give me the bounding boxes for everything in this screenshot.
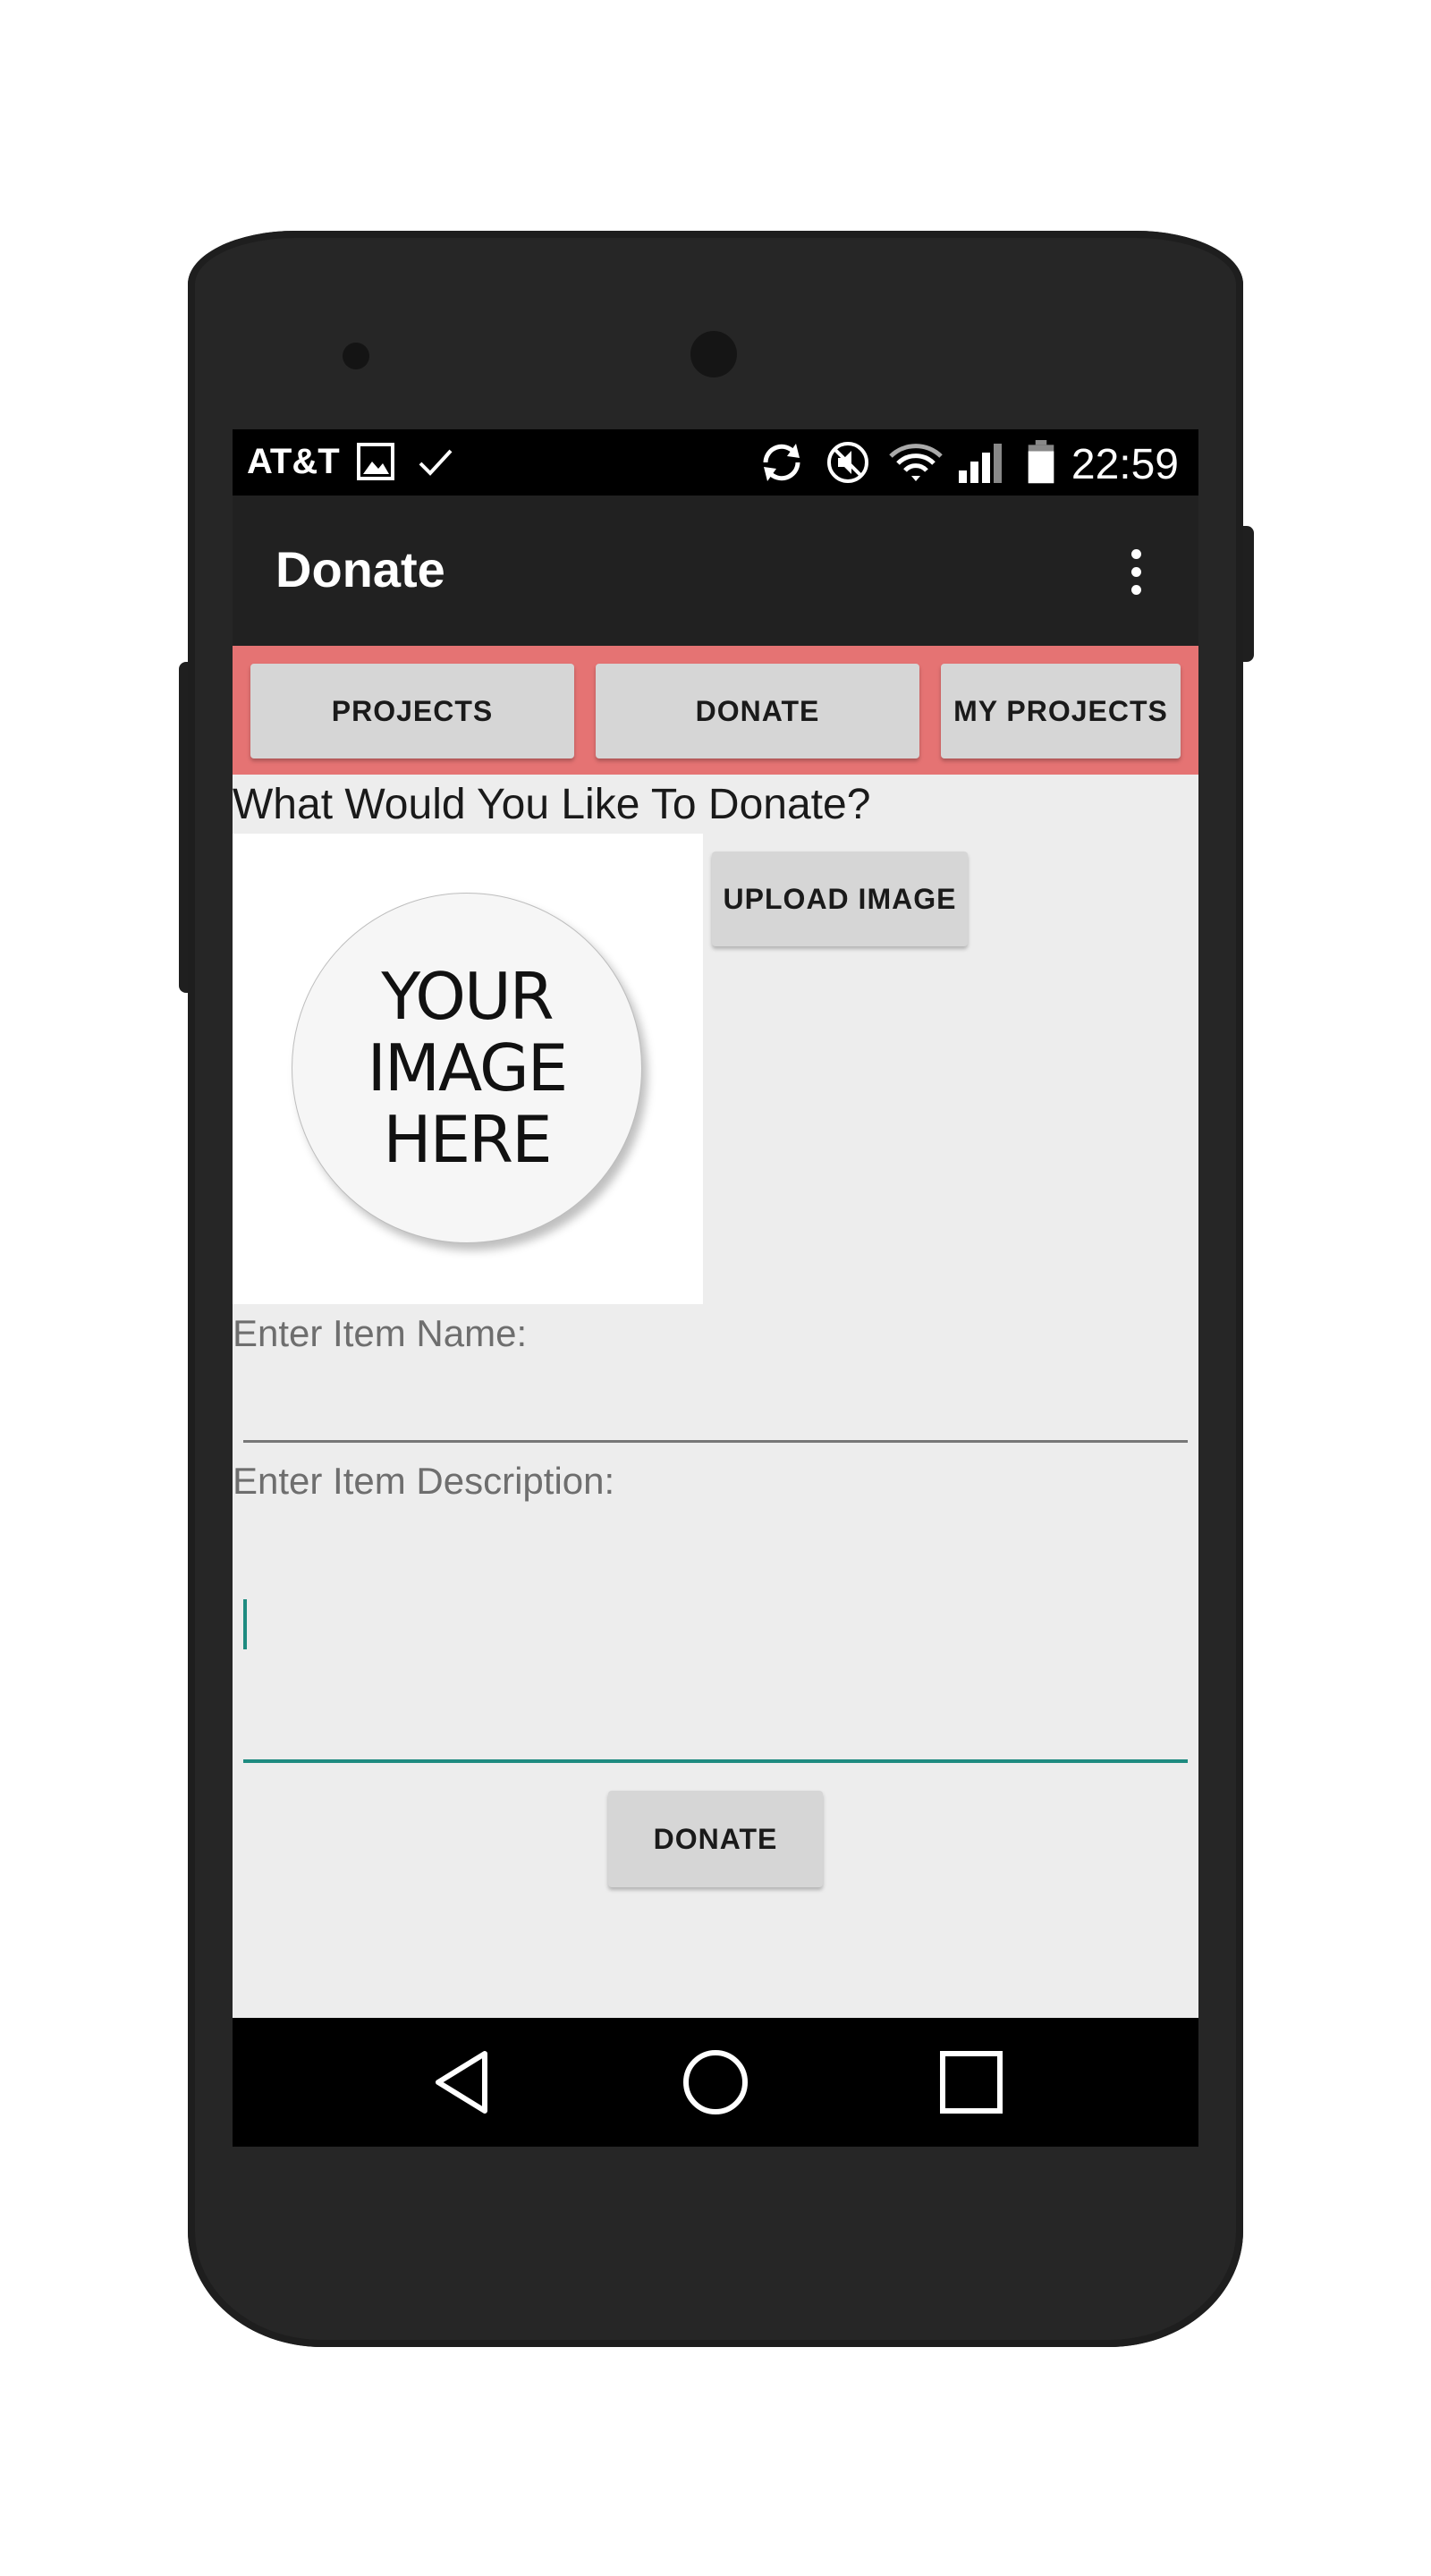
tab-strip: PROJECTS DONATE MY PROJECTS <box>233 646 1198 775</box>
sensor-dot <box>343 343 369 369</box>
tab-donate[interactable]: DONATE <box>596 664 919 758</box>
upload-image-button[interactable]: UPLOAD IMAGE <box>712 852 968 946</box>
image-placeholder: YOUR IMAGE HERE <box>292 893 642 1243</box>
status-bar: AT&T 22:59 <box>233 429 1198 496</box>
app-title: Donate <box>275 541 445 597</box>
carrier-label: AT&T <box>247 442 340 481</box>
image-notification-icon <box>357 443 394 480</box>
app-bar: Donate <box>233 496 1198 646</box>
overflow-menu-icon[interactable] <box>1127 549 1145 603</box>
tab-my-projects[interactable]: MY PROJECTS <box>941 664 1181 758</box>
back-icon[interactable] <box>426 2045 501 2120</box>
front-camera <box>690 331 737 377</box>
signal-icon <box>959 444 1002 483</box>
wifi-icon <box>889 444 943 481</box>
clock: 22:59 <box>1071 441 1179 488</box>
placeholder-text-line: YOUR <box>381 959 554 1034</box>
battery-icon <box>1028 440 1054 484</box>
mute-icon <box>827 442 868 483</box>
tab-projects[interactable]: PROJECTS <box>250 664 574 758</box>
check-icon <box>419 449 453 476</box>
recents-icon[interactable] <box>934 2045 1009 2120</box>
screen: AT&T 22:59 Donate PROJECTS DONATE MY PRO… <box>233 429 1198 2147</box>
item-image-preview[interactable]: YOUR IMAGE HERE <box>233 834 703 1304</box>
placeholder-text-line: HERE <box>383 1102 552 1177</box>
donate-submit-button[interactable]: DONATE <box>608 1791 823 1887</box>
item-description-label: Enter Item Description: <box>233 1460 615 1502</box>
placeholder-text-line: IMAGE <box>367 1030 569 1106</box>
item-name-field[interactable] <box>243 1386 1188 1443</box>
item-description-field[interactable] <box>243 1538 1188 1763</box>
home-icon[interactable] <box>678 2045 753 2120</box>
item-name-label: Enter Item Name: <box>233 1312 528 1354</box>
sync-icon <box>763 444 800 481</box>
navigation-bar <box>233 2018 1198 2147</box>
text-cursor <box>243 1599 247 1649</box>
donate-question: What Would You Like To Donate? <box>233 781 871 828</box>
